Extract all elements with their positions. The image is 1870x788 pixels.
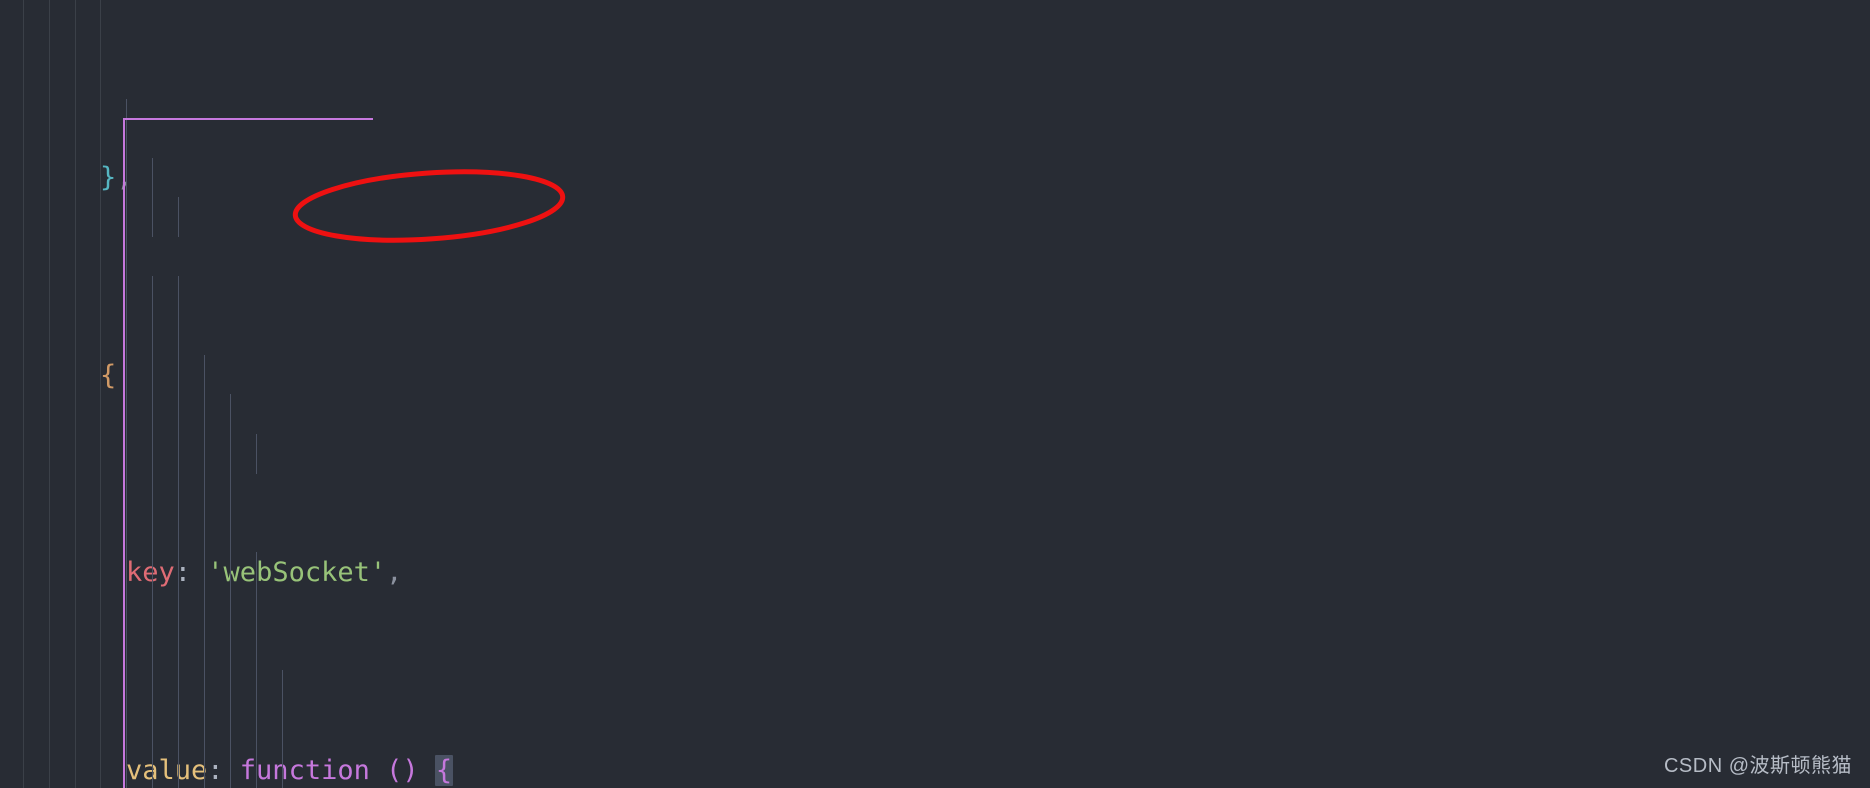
token-brace: } <box>100 162 117 193</box>
code-line[interactable]: key: 'webSocket', <box>0 553 1870 593</box>
scope-underline <box>123 118 373 120</box>
indent-guide <box>126 99 127 788</box>
token-property-value: value <box>126 754 208 786</box>
token-comma: , <box>386 557 403 588</box>
token-key: key <box>126 557 175 588</box>
indent-guide <box>152 276 153 788</box>
csdn-watermark: CSDN @波斯顿熊猫 <box>1663 755 1852 777</box>
active-scope-guide <box>123 119 125 788</box>
code-line[interactable]: { <box>0 356 1870 396</box>
indent-guide <box>230 394 231 788</box>
token-parens: () <box>386 754 419 786</box>
indent-guide <box>256 434 257 474</box>
code-line[interactable]: value: function () { <box>0 751 1870 788</box>
token-punc: : <box>207 754 240 786</box>
indent-guide <box>178 197 179 237</box>
indent-guide <box>152 158 153 237</box>
token-keyword-function: function <box>239 754 370 786</box>
code-editor[interactable]: }, { key: 'webSocket', value: function (… <box>0 0 1870 788</box>
code-line[interactable]: }, <box>0 158 1870 198</box>
indent-guide <box>178 276 179 788</box>
token-string-key-name: 'webSocket' <box>207 557 387 588</box>
indent-guide <box>256 552 257 788</box>
indent-guide <box>282 670 283 788</box>
indent-guide <box>204 355 205 788</box>
token-bracket-match: { <box>434 754 454 786</box>
token-brace: { <box>100 359 117 391</box>
token-punc: : <box>174 557 208 588</box>
